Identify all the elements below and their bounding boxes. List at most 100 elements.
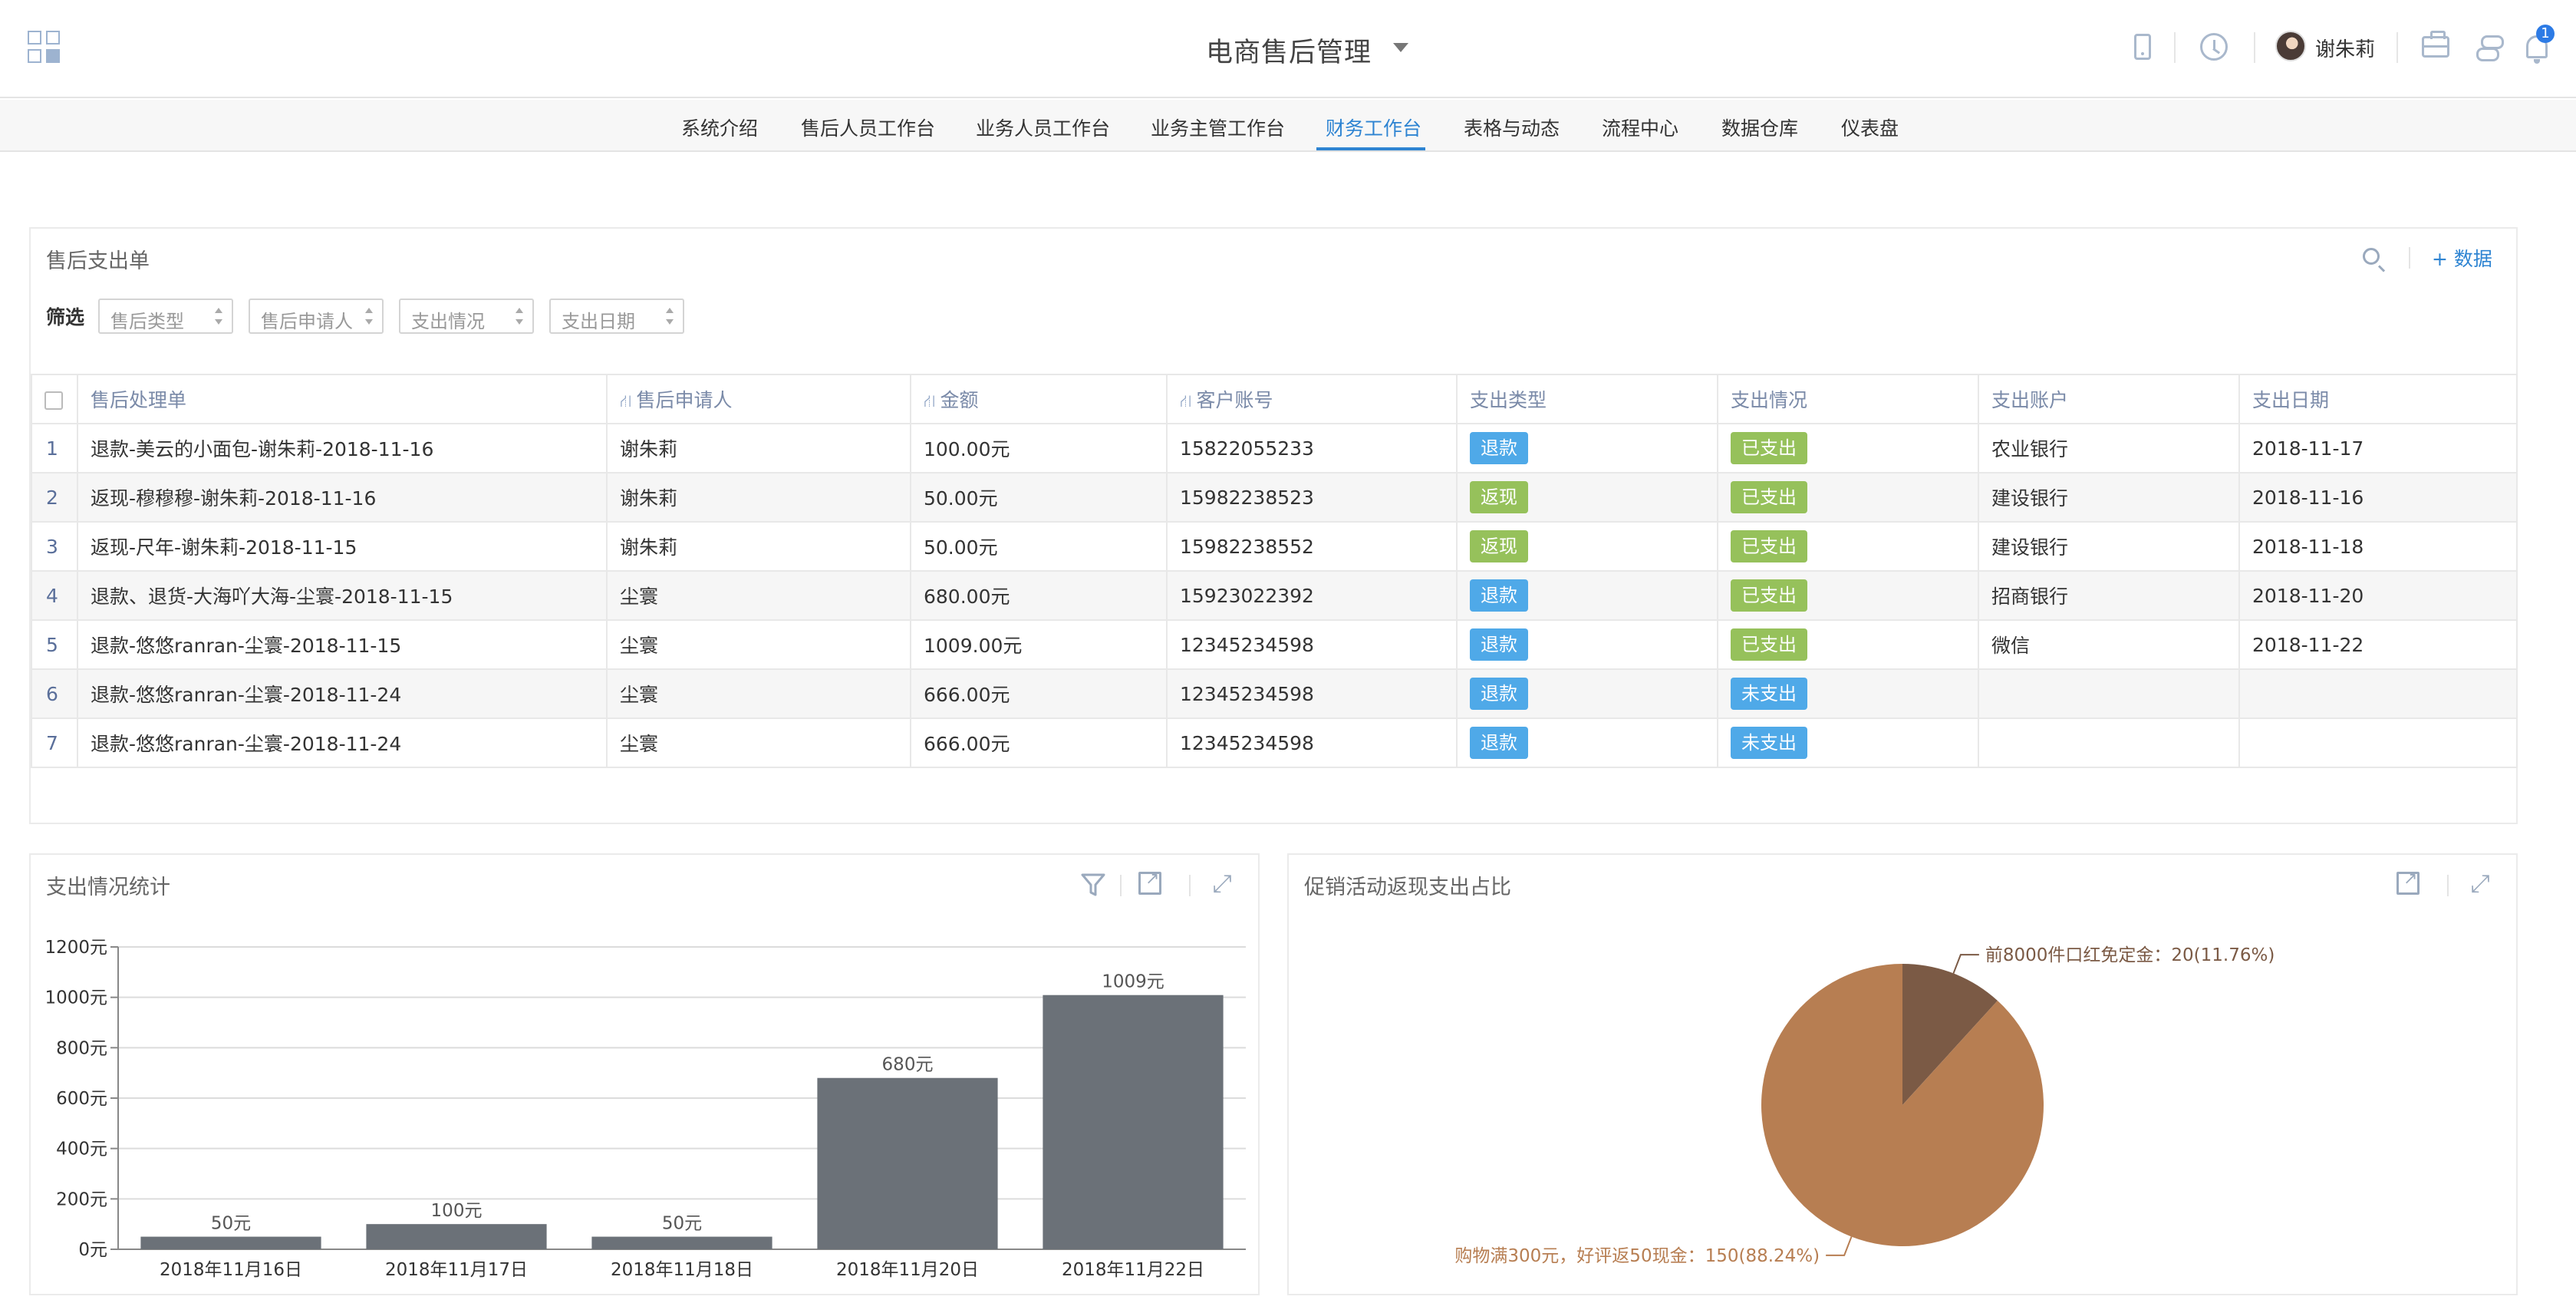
x-tick-label: 2018年11月22日 (1062, 1260, 1204, 1280)
avatar[interactable] (2275, 31, 2306, 61)
cell-order[interactable]: 返现-尺年-谢朱莉-2018-11-15 (77, 521, 608, 572)
cell-applicant: 谢朱莉 (606, 472, 911, 523)
cell-pay-account (1978, 668, 2240, 719)
top-header: 电商售后管理 谢朱莉 1 (0, 0, 2576, 98)
fullscreen-icon[interactable]: ⤢ (1209, 870, 1235, 896)
pie-label: 前8000件口红免定金：20(11.76%) (1985, 945, 2275, 965)
column-header[interactable]: 支出情况 (1717, 374, 1979, 424)
column-header[interactable]: 支出类型 (1456, 374, 1718, 424)
tab-business-manager[interactable]: 业务主管工作台 (1151, 114, 1285, 141)
tab-forms-activity[interactable]: 表格与动态 (1464, 114, 1560, 141)
type-tag: 返现 (1470, 481, 1528, 513)
y-tick-label: 1000元 (44, 988, 107, 1008)
header-divider (2174, 32, 2176, 63)
filter-payment-date[interactable]: 支出日期 (549, 299, 684, 334)
row-index: 7 (31, 717, 78, 768)
data-label: 50元 (211, 1214, 251, 1234)
type-tag: 退款 (1470, 579, 1528, 612)
sort-arrows-icon (666, 308, 674, 325)
add-data-button[interactable]: + 数据 (2432, 244, 2492, 272)
table-row[interactable]: 1 退款-美云的小面包-谢朱莉-2018-11-16 谢朱莉 100.00元 1… (31, 423, 2518, 473)
open-external-icon[interactable] (2396, 869, 2423, 898)
column-header[interactable]: ⛙ 客户账号 (1166, 374, 1458, 424)
cell-pay-account: 招商银行 (1978, 570, 2240, 621)
hierarchy-icon: ⛙ (924, 391, 936, 411)
tab-finance[interactable]: 财务工作台 (1326, 114, 1421, 141)
user-name[interactable]: 谢朱莉 (2315, 34, 2375, 62)
cell-order[interactable]: 退款-美云的小面包-谢朱莉-2018-11-16 (77, 423, 608, 473)
cell-order[interactable]: 退款-悠悠ranran-尘寰-2018-11-24 (77, 717, 608, 768)
table-row[interactable]: 3 返现-尺年-谢朱莉-2018-11-15 谢朱莉 50.00元 159822… (31, 521, 2518, 572)
row-index: 5 (31, 619, 78, 670)
cell-order[interactable]: 退款-悠悠ranran-尘寰-2018-11-15 (77, 619, 608, 670)
tab-intro[interactable]: 系统介绍 (681, 114, 758, 141)
column-header-label: 金额 (940, 388, 979, 411)
hierarchy-icon: ⛙ (620, 391, 632, 411)
select-all-checkbox[interactable] (44, 391, 63, 410)
status-tag: 未支出 (1731, 678, 1807, 710)
header-divider (2396, 32, 2398, 63)
open-external-icon[interactable] (1138, 869, 1164, 898)
tab-business-staff[interactable]: 业务人员工作台 (976, 114, 1110, 141)
apps-grid-icon[interactable] (28, 31, 61, 64)
cell-order[interactable]: 返现-穆穆穆-谢朱莉-2018-11-16 (77, 472, 608, 523)
table-row[interactable]: 6 退款-悠悠ranran-尘寰-2018-11-24 尘寰 666.00元 1… (31, 668, 2518, 719)
cell-date: 2018-11-22 (2238, 619, 2518, 670)
cell-order[interactable]: 退款-悠悠ranran-尘寰-2018-11-24 (77, 668, 608, 719)
cell-pay-account: 建设银行 (1978, 521, 2240, 572)
phone-icon[interactable] (2125, 29, 2160, 64)
tab-data-warehouse[interactable]: 数据仓库 (1721, 114, 1798, 141)
cell-status: 已支出 (1717, 521, 1979, 572)
cell-applicant: 尘寰 (606, 717, 911, 768)
notification-badge: 1 (2536, 25, 2555, 43)
cell-status: 已支出 (1717, 570, 1979, 621)
row-index: 1 (31, 423, 78, 473)
column-header[interactable]: 售后处理单 (77, 374, 608, 424)
tab-dashboard[interactable]: 仪表盘 (1841, 114, 1899, 141)
filter-icon[interactable] (1080, 872, 1106, 898)
row-index: 4 (31, 570, 78, 621)
search-icon[interactable] (2363, 248, 2384, 269)
table-row[interactable]: 7 退款-悠悠ranran-尘寰-2018-11-24 尘寰 666.00元 1… (31, 717, 2518, 768)
status-tag: 已支出 (1731, 628, 1807, 661)
panel-title: 促销活动返现支出占比 (1304, 876, 1511, 899)
fullscreen-icon[interactable]: ⤢ (2467, 870, 2493, 896)
pie-slice (1761, 964, 2044, 1246)
filter-payment-status[interactable]: 支出情况 (399, 299, 534, 334)
y-tick-label: 600元 (56, 1089, 107, 1109)
hierarchy-icon: ⛙ (1180, 391, 1192, 411)
cell-amount: 666.00元 (910, 668, 1168, 719)
app-title[interactable]: 电商售后管理 (1206, 31, 1372, 70)
select-all-cell (31, 374, 78, 424)
filter-applicant[interactable]: 售后申请人 (249, 299, 384, 334)
chevron-down-icon[interactable] (1393, 43, 1408, 52)
briefcase-icon[interactable] (2418, 29, 2453, 64)
column-header[interactable]: ⛙ 售后申请人 (606, 374, 911, 424)
column-header[interactable]: 支出账户 (1978, 374, 2240, 424)
cell-account: 12345234598 (1166, 619, 1458, 670)
type-tag: 退款 (1470, 628, 1528, 661)
table-row[interactable]: 2 返现-穆穆穆-谢朱莉-2018-11-16 谢朱莉 50.00元 15982… (31, 472, 2518, 523)
column-header[interactable]: ⛙ 金额 (910, 374, 1168, 424)
y-tick-label: 200元 (56, 1189, 107, 1209)
cell-account: 15822055233 (1166, 423, 1458, 473)
tab-aftersales-staff[interactable]: 售后人员工作台 (801, 114, 935, 141)
panel-title: 售后支出单 (46, 249, 150, 273)
cell-applicant: 谢朱莉 (606, 521, 911, 572)
cell-applicant: 尘寰 (606, 668, 911, 719)
cell-order[interactable]: 退款、退货-大海吖大海-尘寰-2018-11-15 (77, 570, 608, 621)
flow-icon[interactable] (2472, 29, 2507, 64)
cell-status: 已支出 (1717, 472, 1979, 523)
table-row[interactable]: 4 退款、退货-大海吖大海-尘寰-2018-11-15 尘寰 680.00元 1… (31, 570, 2518, 621)
tab-process-center[interactable]: 流程中心 (1602, 114, 1678, 141)
x-tick-label: 2018年11月17日 (385, 1260, 528, 1280)
cell-account: 12345234598 (1166, 717, 1458, 768)
cell-type: 返现 (1456, 472, 1718, 523)
cell-status: 未支出 (1717, 668, 1979, 719)
table-row[interactable]: 5 退款-悠悠ranran-尘寰-2018-11-15 尘寰 1009.00元 … (31, 619, 2518, 670)
clock-icon[interactable] (2196, 29, 2232, 64)
cell-date (2238, 717, 2518, 768)
column-header[interactable]: 支出日期 (2238, 374, 2518, 424)
filter-aftersales-type[interactable]: 售后类型 (98, 299, 233, 334)
row-index: 6 (31, 668, 78, 719)
